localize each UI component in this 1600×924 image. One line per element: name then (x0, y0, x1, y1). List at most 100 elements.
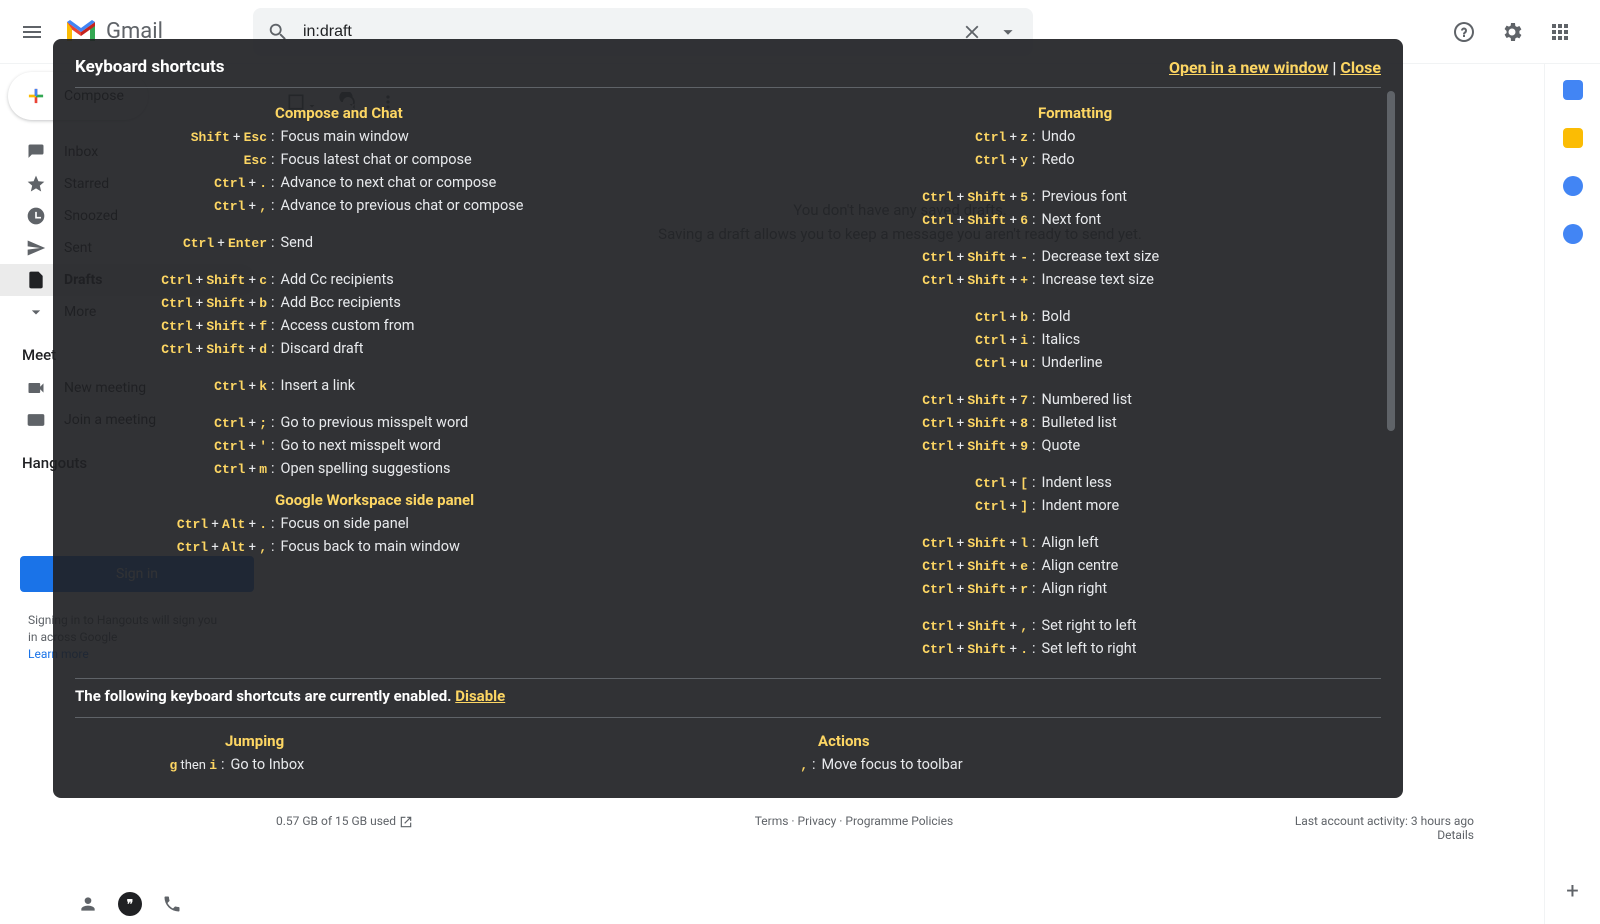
shortcut-keys: g then i (75, 755, 217, 777)
shortcut-row: Ctrl + Shift + +:Increase text size (728, 269, 1381, 292)
shortcut-description: Set left to right (1042, 638, 1137, 660)
close-dialog-link[interactable]: Close (1340, 58, 1381, 77)
shortcut-row: Ctrl + Shift + r:Align right (728, 578, 1381, 601)
shortcut-keys: Ctrl + i (728, 330, 1028, 352)
shortcut-row: Ctrl + Shift + -:Decrease text size (728, 246, 1381, 269)
storage-info: 0.57 GB of 15 GB used (276, 814, 413, 842)
shortcut-row: Shift + Esc:Focus main window (75, 126, 728, 149)
shortcut-row: Ctrl + Shift + 6:Next font (728, 209, 1381, 232)
details-link[interactable]: Details (1295, 828, 1474, 842)
shortcut-keys: Ctrl + Shift + 9 (728, 436, 1028, 458)
shortcut-row: Ctrl + m:Open spelling suggestions (75, 458, 728, 481)
shortcut-description: Align right (1042, 578, 1108, 600)
shortcut-description: Bold (1042, 306, 1071, 328)
disable-shortcuts-link[interactable]: Disable (455, 687, 505, 705)
shortcuts-enabled-message: The following keyboard shortcuts are cur… (75, 687, 1381, 705)
footer-activity: Last account activity: 3 hours ago Detai… (1295, 814, 1474, 842)
shortcut-keys: Ctrl + y (728, 150, 1028, 172)
shortcuts-right-column: Formatting Ctrl + z:UndoCtrl + y:RedoCtr… (728, 98, 1381, 666)
shortcut-keys: Ctrl + Shift + b (75, 293, 267, 315)
shortcut-description: Focus back to main window (281, 536, 460, 558)
main-menu-button[interactable] (8, 8, 56, 56)
support-button[interactable] (1444, 12, 1484, 52)
contacts-icon[interactable] (1563, 224, 1583, 244)
shortcut-row: Esc:Focus latest chat or compose (75, 149, 728, 172)
dialog-scrollbar[interactable] (1387, 91, 1395, 431)
add-side-panel-button[interactable]: + (1566, 879, 1578, 904)
shortcut-keys: Ctrl + b (728, 307, 1028, 329)
shortcut-description: Undo (1042, 126, 1076, 148)
shortcut-row: Ctrl + i:Italics (728, 329, 1381, 352)
shortcut-keys: Ctrl + [ (728, 473, 1028, 495)
shortcut-row: Ctrl + Enter:Send (75, 232, 728, 255)
shortcut-description: Align centre (1042, 555, 1119, 577)
section-formatting-title: Formatting (1038, 104, 1381, 122)
shortcut-description: Send (281, 232, 313, 254)
dialog-body: Compose and Chat Shift + Esc:Focus main … (75, 98, 1381, 666)
shortcut-keys: Ctrl + . (75, 173, 267, 195)
shortcut-description: Set right to left (1042, 615, 1137, 637)
shortcut-keys: Ctrl + ] (728, 496, 1028, 518)
shortcut-keys: Ctrl + Alt + , (75, 537, 267, 559)
shortcut-row: Ctrl + Shift + l:Align left (728, 532, 1381, 555)
shortcut-keys: Ctrl + Shift + 7 (728, 390, 1028, 412)
shortcut-keys: Ctrl + m (75, 459, 267, 481)
shortcut-description: Numbered list (1042, 389, 1132, 411)
shortcut-row: Ctrl + Shift + 9:Quote (728, 435, 1381, 458)
section-compose-title: Compose and Chat (275, 104, 728, 122)
hangouts-chat-icon[interactable]: ❞ (118, 892, 142, 916)
privacy-link[interactable]: Privacy (798, 814, 837, 828)
shortcut-row: Ctrl + Shift + c:Add Cc recipients (75, 269, 728, 292)
hangouts-person-icon[interactable] (70, 886, 106, 922)
shortcut-row: Ctrl + u:Underline (728, 352, 1381, 375)
shortcut-keys: Esc (75, 150, 267, 172)
shortcuts-left-column: Compose and Chat Shift + Esc:Focus main … (75, 98, 728, 666)
dialog-title: Keyboard shortcuts (75, 57, 224, 77)
shortcut-row: Ctrl + y:Redo (728, 149, 1381, 172)
section-actions-title: Actions (818, 732, 1381, 750)
calendar-icon[interactable] (1563, 80, 1583, 100)
shortcut-row: Ctrl + Alt + ,:Focus back to main window (75, 536, 728, 559)
shortcut-keys: Shift + Esc (75, 127, 267, 149)
shortcut-row: Ctrl + k:Insert a link (75, 375, 728, 398)
apps-button[interactable] (1540, 12, 1580, 52)
shortcut-keys: Ctrl + z (728, 127, 1028, 149)
hangouts-phone-icon[interactable] (154, 886, 190, 922)
settings-button[interactable] (1492, 12, 1532, 52)
shortcut-row: Ctrl + ]:Indent more (728, 495, 1381, 518)
shortcut-keys: , (728, 755, 808, 777)
tasks-icon[interactable] (1563, 176, 1583, 196)
shortcut-description: Focus on side panel (281, 513, 409, 535)
keep-icon[interactable] (1563, 128, 1583, 148)
dialog-header: Keyboard shortcuts Open in a new window … (75, 57, 1381, 88)
shortcut-description: Focus main window (281, 126, 409, 148)
shortcut-description: Go to previous misspelt word (281, 412, 469, 434)
shortcut-row: Ctrl + .:Advance to next chat or compose (75, 172, 728, 195)
terms-link[interactable]: Terms (755, 814, 789, 828)
dialog-links: Open in a new window | Close (1169, 58, 1381, 77)
help-icon (1452, 20, 1476, 44)
shortcut-row: Ctrl + Shift + .:Set left to right (728, 638, 1381, 661)
programme-link[interactable]: Programme Policies (845, 814, 953, 828)
shortcut-description: Underline (1042, 352, 1103, 374)
shortcut-description: Indent less (1042, 472, 1112, 494)
open-external-icon[interactable] (399, 815, 413, 829)
search-input[interactable] (303, 23, 961, 41)
shortcut-description: Advance to previous chat or compose (281, 195, 524, 217)
shortcut-row: ,:Move focus to toolbar (728, 754, 1381, 777)
shortcut-description: Go to Inbox (231, 754, 305, 776)
shortcut-keys: Ctrl + Shift + c (75, 270, 267, 292)
shortcut-keys: Ctrl + Shift + l (728, 533, 1028, 555)
shortcut-description: Open spelling suggestions (281, 458, 451, 480)
plus-icon (20, 80, 52, 112)
shortcut-keys: Ctrl + Shift + 8 (728, 413, 1028, 435)
section-panel-title: Google Workspace side panel (275, 491, 728, 509)
shortcut-row: Ctrl + ':Go to next misspelt word (75, 435, 728, 458)
open-new-window-link[interactable]: Open in a new window (1169, 58, 1328, 77)
shortcut-description: Redo (1042, 149, 1075, 171)
gear-icon (1500, 20, 1524, 44)
chevron-down-icon (26, 302, 46, 322)
shortcut-keys: Ctrl + ; (75, 413, 267, 435)
shortcut-description: Go to next misspelt word (281, 435, 441, 457)
shortcut-row: Ctrl + ,:Advance to previous chat or com… (75, 195, 728, 218)
